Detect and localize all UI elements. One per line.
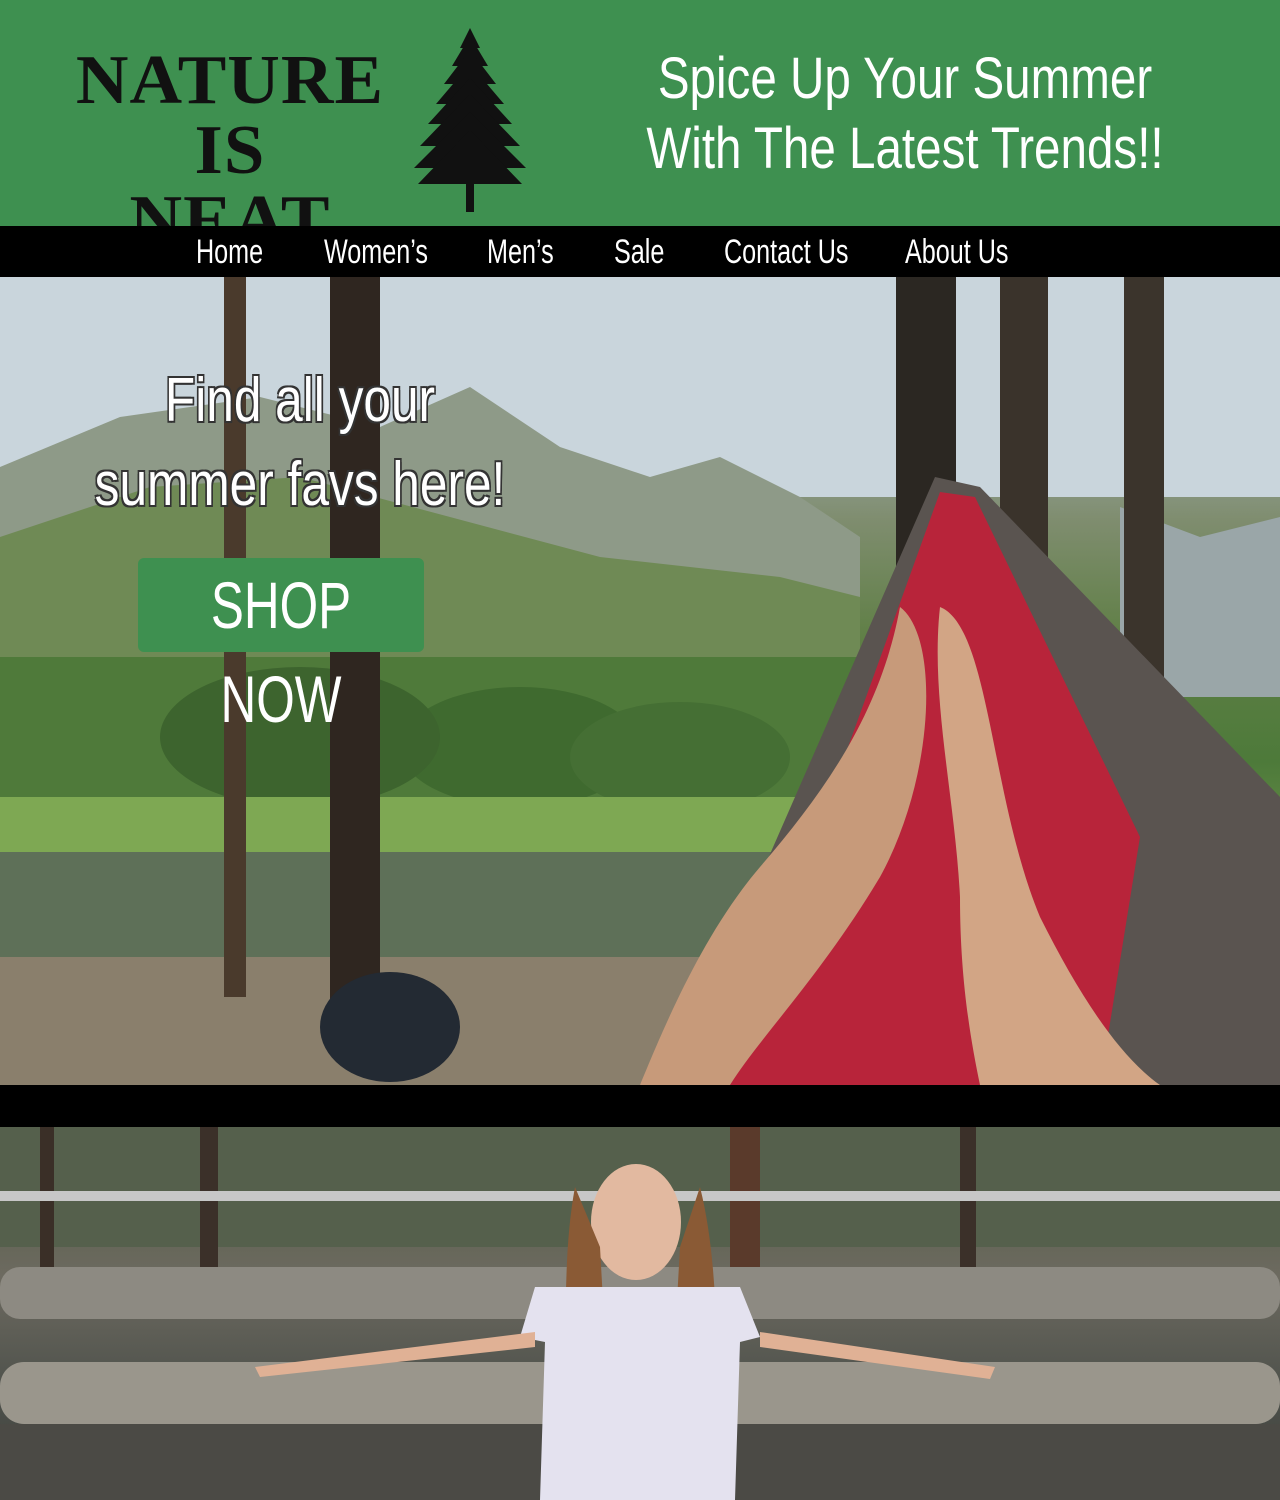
section-divider: [0, 1085, 1280, 1127]
site-logo[interactable]: NATURE IS NEAT: [53, 46, 407, 256]
shop-now-button[interactable]: SHOP NOW: [138, 558, 424, 736]
hero-caption: Find all your summer favs here!: [94, 366, 506, 519]
nav-sale[interactable]: Sale: [614, 232, 664, 272]
feature-photo-section: [0, 1127, 1280, 1500]
nav-womens[interactable]: Women’s: [324, 232, 428, 272]
nav-mens[interactable]: Men’s: [487, 232, 554, 272]
nav-contact-us[interactable]: Contact Us: [724, 232, 848, 272]
nav-about-us[interactable]: About Us: [905, 232, 1008, 272]
logo-line-1: NATURE IS: [75, 42, 385, 189]
site-header: NATURE IS NEAT Spice Up Your Summer With…: [0, 0, 1280, 256]
nav-home[interactable]: Home: [196, 232, 263, 272]
hero-banner: Find all your summer favs here! SHOP NOW: [0, 277, 1280, 1085]
shop-now-label: SHOP NOW: [210, 568, 352, 736]
header-tagline: Spice Up Your Summer With The Latest Tre…: [646, 46, 1164, 181]
pine-tree-icon: [414, 28, 526, 212]
feature-photo: [0, 1127, 1280, 1500]
main-nav: Home Women’s Men’s Sale Contact Us About…: [0, 226, 1280, 277]
